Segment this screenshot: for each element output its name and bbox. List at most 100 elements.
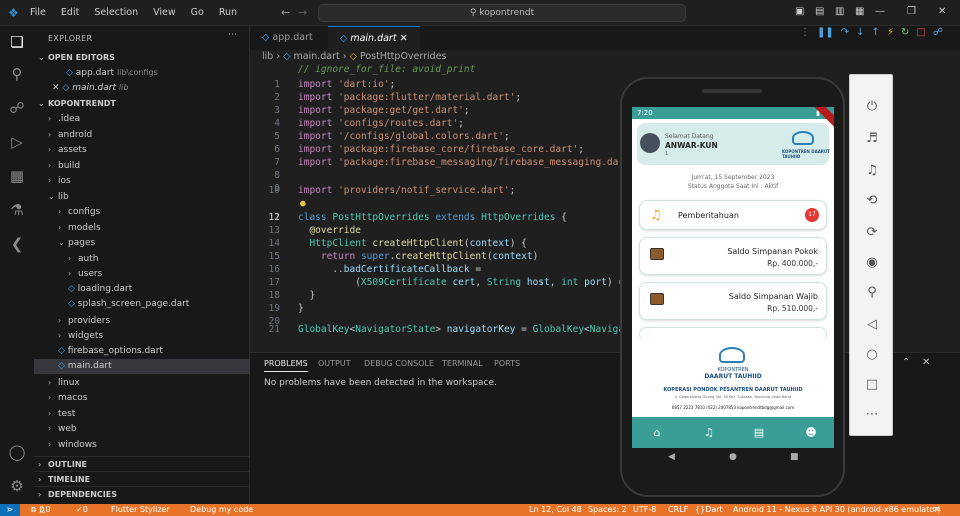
command-center-search[interactable]: ⚲ kopontrendt: [318, 4, 686, 22]
file-item[interactable]: ◇ splash_screen_page.dart: [34, 297, 250, 312]
cursor-position[interactable]: Ln 12, Col 48: [529, 504, 582, 516]
testing-icon[interactable]: ⚗: [7, 200, 27, 220]
folder-item[interactable]: › models: [34, 220, 250, 235]
encoding-status[interactable]: UTF-8: [633, 504, 656, 516]
folder-item[interactable]: › auth: [34, 251, 250, 266]
remote-icon[interactable]: ⋗: [0, 504, 20, 516]
maximize-panel-icon[interactable]: ⌃: [902, 357, 910, 368]
restore-icon[interactable]: ❐: [907, 6, 916, 17]
forward-arrow-icon[interactable]: →: [298, 6, 307, 19]
volume-down-icon[interactable]: ♫: [862, 161, 882, 181]
phone-screen[interactable]: 7:20 ▮ Selamat Datang ANWAR-KUN 1 KOPONTR…: [632, 107, 834, 448]
open-editor-main[interactable]: ✕ ◇ main.dart lib: [34, 80, 250, 95]
problems-status[interactable]: ⊗ 0 △ 0: [30, 504, 51, 516]
power-icon[interactable]: ⏻: [862, 97, 882, 117]
folder-item[interactable]: › test: [34, 406, 250, 421]
tab-output[interactable]: OUTPUT: [318, 359, 351, 368]
rotate-left-icon[interactable]: ⟲: [862, 191, 882, 211]
file-item[interactable]: ◇ main.dart: [34, 359, 250, 374]
device-status[interactable]: Android 11 - Nexus 6 API 30 (android-x86…: [733, 504, 941, 516]
close-window-icon[interactable]: ✕: [938, 6, 946, 17]
back-icon[interactable]: ◁: [862, 315, 882, 335]
explorer-icon[interactable]: ❏: [7, 32, 27, 52]
step-over-icon[interactable]: ↷: [841, 27, 849, 38]
folder-item[interactable]: › linux: [34, 375, 250, 390]
language-status[interactable]: {} Dart: [695, 504, 723, 516]
stylizer-status[interactable]: Flutter Stylizer: [111, 504, 170, 516]
folder-item[interactable]: › ios: [34, 173, 250, 188]
open-editor-app[interactable]: ◇ app.dart lib\configs: [34, 65, 250, 80]
debug-status[interactable]: Debug my code: [190, 504, 253, 516]
layout-icon[interactable]: ▣: [795, 6, 804, 17]
folder-item[interactable]: › widgets: [34, 328, 250, 343]
more-actions-icon[interactable]: ⋯: [228, 30, 237, 40]
breadcrumb-file[interactable]: main.dart: [294, 51, 340, 62]
back-arrow-icon[interactable]: ←: [281, 6, 290, 19]
pause-icon[interactable]: ❚❚: [817, 27, 834, 38]
more-icon[interactable]: ⋯: [862, 405, 882, 425]
folder-item[interactable]: › .idea: [34, 111, 250, 126]
sidebar-toggle-icon[interactable]: ▥: [835, 6, 844, 17]
close-panel-icon[interactable]: ✕: [922, 357, 930, 368]
saldo-pokok-card[interactable]: Saldo Simpanan Pokok Rp. 400.000,-: [639, 237, 827, 275]
outline-header[interactable]: › OUTLINE: [34, 456, 250, 471]
tab-debug-console[interactable]: DEBUG CONSOLE: [364, 359, 434, 368]
close-icon[interactable]: ✕: [400, 33, 408, 44]
dependencies-header[interactable]: › DEPENDENCIES: [34, 486, 250, 501]
menu-edit[interactable]: Edit: [61, 7, 79, 18]
restart-icon[interactable]: ↻: [901, 27, 909, 38]
panel-toggle-icon[interactable]: ▤: [815, 6, 824, 17]
android-back-icon[interactable]: ◀: [668, 452, 675, 462]
tab-terminal[interactable]: TERMINAL: [442, 359, 483, 368]
minimize-icon[interactable]: —: [875, 6, 885, 17]
stop-icon[interactable]: □: [916, 27, 925, 38]
file-item[interactable]: ◇ loading.dart: [34, 282, 250, 297]
open-editors-header[interactable]: ⌄ OPEN EDITORS: [34, 50, 250, 65]
tab-app-dart[interactable]: ◇ app.dart: [250, 26, 325, 50]
folder-item[interactable]: › android: [34, 127, 250, 142]
folder-item[interactable]: ⌄ pages: [34, 235, 250, 250]
menu-run[interactable]: Run: [219, 7, 237, 18]
partial-card[interactable]: [639, 327, 827, 341]
menu-file[interactable]: File: [30, 7, 46, 18]
tab-problems[interactable]: PROBLEMS: [264, 359, 308, 372]
home-circle-icon[interactable]: ○: [862, 345, 882, 365]
project-header[interactable]: ⌄ KOPONTRENDT: [34, 96, 250, 111]
overview-icon[interactable]: □: [862, 375, 882, 395]
folder-item[interactable]: ⌄ lib: [34, 189, 250, 204]
account-icon[interactable]: ◯: [7, 442, 27, 462]
folder-item[interactable]: › windows: [34, 437, 250, 452]
drag-handle-icon[interactable]: ⋮: [800, 27, 810, 38]
folder-item[interactable]: › configs: [34, 204, 250, 219]
source-control-icon[interactable]: ☍: [7, 98, 27, 118]
eol-status[interactable]: CRLF: [668, 504, 688, 516]
list-icon[interactable]: ▤: [752, 426, 766, 440]
lightbulb-icon[interactable]: ●: [300, 198, 306, 209]
folder-item[interactable]: › users: [34, 266, 250, 281]
notification-card[interactable]: ♫ Pemberitahuan 17: [639, 200, 827, 230]
step-out-icon[interactable]: ↑: [872, 27, 880, 38]
hot-reload-icon[interactable]: ⚡: [887, 27, 894, 38]
extensions-icon[interactable]: ▦: [7, 166, 27, 186]
home-icon[interactable]: ⌂: [650, 426, 664, 440]
folder-item[interactable]: › providers: [34, 313, 250, 328]
menu-go[interactable]: Go: [191, 7, 204, 18]
step-into-icon[interactable]: ↓: [856, 27, 864, 38]
notifications-icon[interactable]: ✉: [933, 504, 940, 516]
saldo-wajib-card[interactable]: Saldo Simpanan Wajib Rp. 510.000,-: [639, 282, 827, 320]
android-home-icon[interactable]: ●: [729, 452, 737, 462]
volume-up-icon[interactable]: ♬: [862, 129, 882, 149]
ports-status[interactable]: ✓ 0: [76, 504, 88, 516]
menu-view[interactable]: View: [153, 7, 176, 18]
search-view-icon[interactable]: ⚲: [7, 64, 27, 84]
folder-item[interactable]: › macos: [34, 390, 250, 405]
flutter-icon[interactable]: ❮: [7, 234, 27, 254]
folder-item[interactable]: › build: [34, 158, 250, 173]
android-recents-icon[interactable]: ■: [790, 452, 799, 462]
close-icon[interactable]: ✕: [52, 83, 62, 93]
zoom-icon[interactable]: ⚲: [862, 283, 882, 303]
breadcrumb-symbol[interactable]: PostHttpOverrides: [360, 51, 447, 62]
devtools-icon[interactable]: ☍: [933, 27, 943, 38]
timeline-header[interactable]: › TIMELINE: [34, 471, 250, 486]
run-debug-icon[interactable]: ▷: [7, 132, 27, 152]
